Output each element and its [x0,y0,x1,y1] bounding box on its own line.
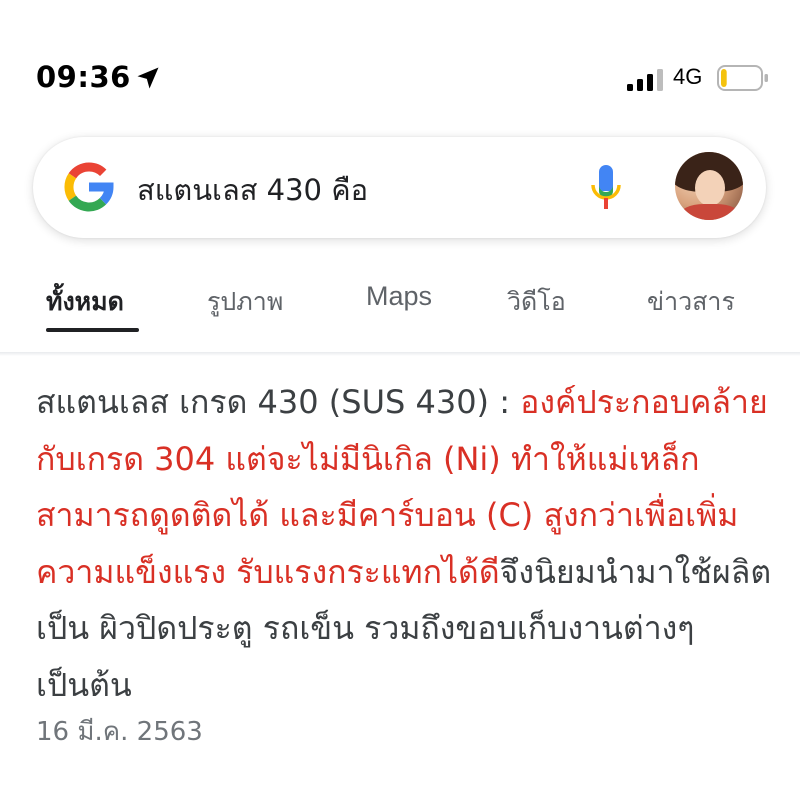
user-avatar[interactable] [675,152,743,220]
search-tabs: ทั้งหมด รูปภาพ Maps วิดีโอ ข่าวสาร [0,268,800,338]
battery-icon [717,65,768,91]
search-bar[interactable]: สแตนเลส 430 คือ [33,137,766,238]
snippet-date: 16 มี.ค. 2563 [36,717,203,747]
google-logo-icon [64,162,114,212]
active-tab-indicator [46,328,139,332]
tab-images[interactable]: รูปภาพ [207,282,283,322]
status-bar: 09:36 4G [0,0,800,120]
network-type: 4G [673,64,703,89]
tab-maps[interactable]: Maps [366,281,432,312]
tab-videos[interactable]: วิดีโอ [507,282,566,322]
microphone-icon[interactable] [590,163,622,211]
featured-snippet: สแตนเลส เกรด 430 (SUS 430) : องค์ประกอบค… [36,374,776,713]
tab-news[interactable]: ข่าวสาร [647,282,735,322]
location-arrow-icon [137,67,159,89]
search-query[interactable]: สแตนเลส 430 คือ [137,167,368,213]
tab-all[interactable]: ทั้งหมด [46,282,124,322]
tabs-divider [0,352,800,356]
cellular-signal-icon [627,69,663,91]
status-time: 09:36 [36,60,131,94]
snippet-prefix: สแตนเลส เกรด 430 (SUS 430) : [36,383,521,421]
